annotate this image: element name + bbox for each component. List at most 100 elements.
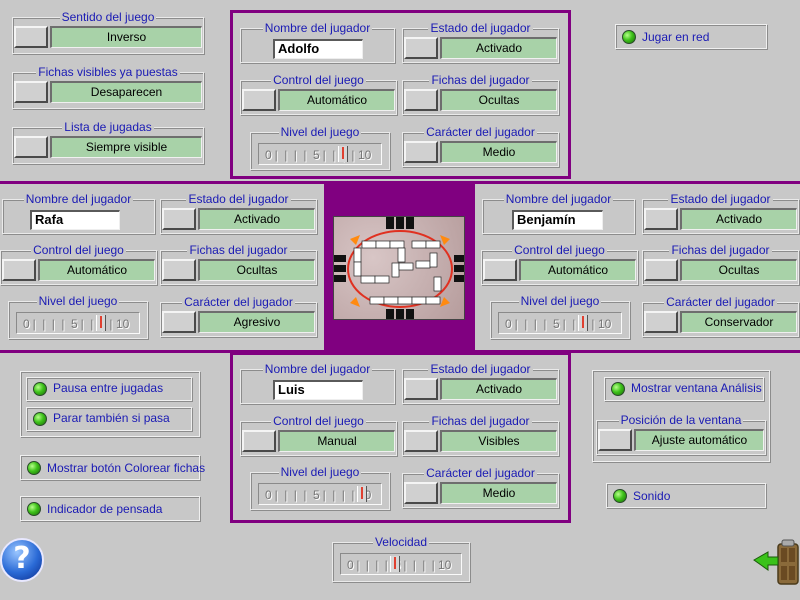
left-control-legend: Control del juego — [31, 243, 126, 257]
sentido-juego-value: Inverso — [50, 26, 202, 48]
mostrar-analisis-toggle[interactable]: Mostrar ventana Análisis — [604, 377, 764, 401]
right-control-option: Control del juego Automático — [481, 243, 638, 285]
sentido-juego-legend: Sentido del juego — [59, 10, 157, 24]
top-control-value: Automático — [278, 89, 395, 111]
top-fichas-button[interactable] — [404, 89, 438, 111]
fichas-visibles-button[interactable] — [14, 81, 48, 103]
right-fichas-button[interactable] — [644, 259, 678, 281]
slider-tick-mark: | — [303, 488, 307, 502]
velocidad-option: Velocidad 0||||5||||10 — [332, 535, 470, 582]
left-estado-button[interactable] — [162, 208, 196, 230]
right-nivel-option: Nivel del juego 0||||5||||10 — [490, 294, 630, 339]
slider-thumb[interactable] — [95, 315, 106, 331]
slider-tick-mark: | — [322, 148, 326, 162]
colorear-fichas-toggle[interactable]: Mostrar botón Colorear fichas — [20, 455, 205, 480]
slider-thumb[interactable] — [357, 486, 367, 502]
top-estado-button[interactable] — [404, 37, 438, 59]
right-control-button[interactable] — [483, 259, 517, 281]
slider-thumb[interactable] — [390, 556, 400, 572]
slider-tick-mark: | — [524, 317, 528, 331]
posicion-legend: Posición de la ventana — [618, 413, 744, 427]
sonido-toggle[interactable]: Sonido — [606, 483, 766, 508]
bottom-estado-value: Activado — [440, 378, 557, 400]
slider-thumb[interactable] — [337, 146, 348, 162]
pensada-label: Indicador de pensada — [47, 501, 163, 516]
right-caracter-legend: Carácter del jugador — [664, 295, 777, 309]
fichas-visibles-option: Fichas visibles ya puestas Desaparecen — [12, 65, 204, 109]
slider-tick-label: 5 — [313, 148, 320, 162]
exit-door-icon[interactable] — [752, 538, 800, 586]
top-control-option: Control del juego Automático — [240, 73, 397, 115]
bottom-player-name-input[interactable]: Luis — [273, 380, 363, 400]
right-nivel-legend: Nivel del juego — [518, 294, 602, 308]
top-nivel-slider[interactable]: 0||||5||||10 — [258, 143, 382, 165]
left-nombre-option: Nombre del jugador Rafa — [2, 192, 155, 234]
top-control-button[interactable] — [242, 89, 276, 111]
top-caracter-button[interactable] — [404, 141, 438, 163]
slider-tick-label: 0 — [265, 488, 272, 502]
bottom-estado-option: Estado del jugador Activado — [402, 362, 559, 404]
jugar-en-red-toggle[interactable]: Jugar en red — [615, 24, 767, 49]
velocidad-legend: Velocidad — [372, 535, 430, 549]
slider-tick-label: 0 — [265, 148, 272, 162]
indicador-pensada-toggle[interactable]: Indicador de pensada — [20, 496, 200, 521]
slider-tick-mark: | — [90, 317, 94, 331]
sonido-led-icon — [613, 488, 627, 503]
top-nombre-option: Nombre del jugador Adolfo — [240, 21, 395, 63]
left-estado-value: Activado — [198, 208, 315, 230]
right-player-name-input[interactable]: Benjamín — [512, 210, 603, 230]
slider-tick-mark: | — [403, 558, 407, 572]
top-player-name-input[interactable]: Adolfo — [273, 39, 363, 59]
left-nivel-slider[interactable]: 0||||5||||10 — [16, 312, 140, 334]
bottom-estado-button[interactable] — [404, 378, 438, 400]
top-fichas-option: Fichas del jugador Ocultas — [402, 73, 559, 115]
right-fichas-value: Ocultas — [680, 259, 797, 281]
slider-tick-label: 5 — [553, 317, 560, 331]
bottom-caracter-button[interactable] — [404, 482, 438, 504]
fichas-visibles-value: Desaparecen — [50, 81, 202, 103]
jugar-en-red-led-icon — [622, 29, 636, 44]
right-nivel-slider[interactable]: 0||||5||||10 — [498, 312, 622, 334]
slider-thumb[interactable] — [577, 315, 588, 331]
slider-tick-label: 10 — [358, 148, 372, 162]
slider-tick-mark: | — [284, 488, 288, 502]
parar-si-pasa-toggle[interactable]: Parar también si pasa — [26, 407, 192, 431]
top-caracter-option: Carácter del jugador Medio — [402, 125, 559, 167]
top-nivel-legend: Nivel del juego — [278, 125, 362, 139]
bottom-fichas-button[interactable] — [404, 430, 438, 452]
right-nombre-option: Nombre del jugador Benjamín — [482, 192, 635, 234]
bottom-control-button[interactable] — [242, 430, 276, 452]
left-caracter-button[interactable] — [162, 311, 196, 333]
slider-tick-label: 10 — [116, 317, 130, 331]
slider-tick-mark: | — [293, 148, 297, 162]
top-nivel-option: Nivel del juego 0||||5||||10 — [250, 125, 390, 170]
colorear-led-icon — [27, 460, 41, 475]
left-nombre-legend: Nombre del jugador — [23, 192, 134, 206]
lista-jugadas-button[interactable] — [14, 136, 48, 158]
slider-tick-mark: | — [332, 488, 336, 502]
right-caracter-value: Conservador — [680, 311, 797, 333]
slider-tick-label: 0 — [23, 317, 30, 331]
posicion-button[interactable] — [598, 429, 632, 451]
left-fichas-button[interactable] — [162, 259, 196, 281]
left-player-name-input[interactable]: Rafa — [30, 210, 120, 230]
right-control-value: Automático — [519, 259, 636, 281]
velocidad-slider[interactable]: 0||||5||||10 — [340, 553, 462, 575]
pausa-entre-jugadas-toggle[interactable]: Pausa entre jugadas — [26, 377, 192, 401]
bottom-fichas-value: Visibles — [440, 430, 557, 452]
left-control-button[interactable] — [2, 259, 36, 281]
slider-tick-mark: | — [431, 558, 435, 572]
slider-tick-mark: | — [42, 317, 46, 331]
bottom-nivel-slider[interactable]: 0||||5||||10 — [258, 483, 382, 505]
slider-tick-mark: | — [332, 148, 336, 162]
left-fichas-legend: Fichas del jugador — [187, 243, 290, 257]
right-estado-button[interactable] — [644, 208, 678, 230]
right-caracter-button[interactable] — [644, 311, 678, 333]
bottom-caracter-option: Carácter del jugador Medio — [402, 466, 559, 508]
help-icon[interactable]: ? — [0, 538, 44, 582]
posicion-ventana-option: Posición de la ventana Ajuste automático — [596, 413, 766, 455]
pausa-label: Pausa entre jugadas — [53, 381, 164, 395]
left-fichas-option: Fichas del jugador Ocultas — [160, 243, 317, 285]
top-control-legend: Control del juego — [271, 73, 366, 87]
sentido-juego-button[interactable] — [14, 26, 48, 48]
